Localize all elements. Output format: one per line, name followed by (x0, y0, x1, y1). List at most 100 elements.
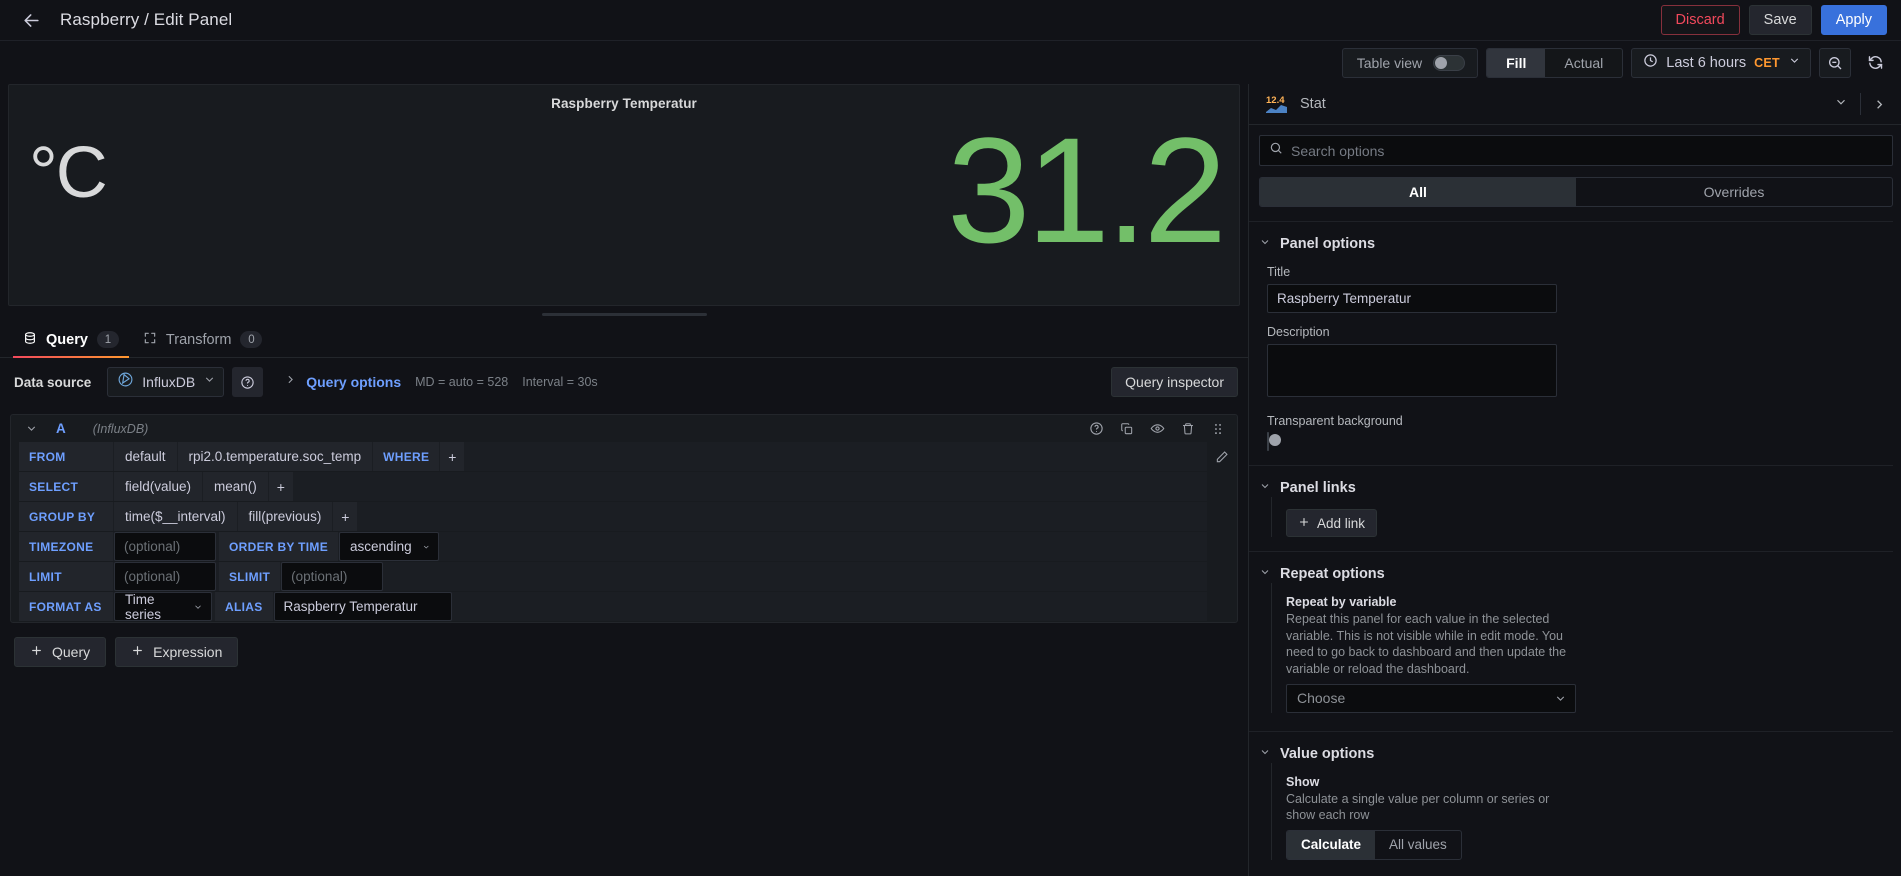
collapse-query-icon[interactable] (25, 422, 38, 435)
select-aggregation[interactable]: mean() (203, 472, 268, 501)
format-as-select[interactable]: Time series (114, 592, 212, 622)
panel-title-input[interactable] (1267, 284, 1557, 313)
tab-all[interactable]: All (1260, 178, 1576, 206)
alias-input[interactable] (273, 592, 452, 621)
options-pane: 12.4 Stat Search options All Overrides P… (1248, 84, 1901, 876)
group-panel-links-header[interactable]: Panel links (1249, 465, 1893, 497)
select-row-filler (293, 472, 1207, 501)
actual-option[interactable]: Actual (1545, 49, 1622, 77)
apply-button[interactable]: Apply (1820, 5, 1887, 35)
show-all-values-option[interactable]: All values (1375, 831, 1461, 859)
repeat-by-variable-description: Repeat this panel for each value in the … (1286, 612, 1567, 676)
query-row-timezone-content: TIMEZONE ORDER BY TIME ascending (19, 532, 1207, 561)
query-editor-header: A (InfluxDB) (11, 415, 1237, 442)
table-view-switch[interactable] (1433, 54, 1466, 71)
group-by-time[interactable]: time($__interval) (114, 502, 237, 531)
visualization-header: 12.4 Stat (1249, 84, 1901, 125)
breadcrumb[interactable]: Raspberry / Edit Panel (60, 10, 232, 30)
query-drag-handle-icon[interactable] (1211, 422, 1225, 436)
fill-option[interactable]: Fill (1487, 48, 1546, 77)
grafana-edit-panel-app: Raspberry / Edit Panel Discard Save Appl… (0, 0, 1901, 876)
refresh-button[interactable] (1859, 48, 1891, 78)
group-panel-options-body: Title Description Transparent background (1249, 253, 1893, 451)
query-datasource-note: (InfluxDB) (92, 421, 149, 436)
query-remove-trash-icon[interactable] (1181, 422, 1195, 436)
add-query-button[interactable]: Query (14, 637, 107, 667)
panel-preview[interactable]: Raspberry Temperatur °C 31.2 (8, 84, 1240, 306)
timezone-input[interactable] (114, 532, 216, 561)
field-show: Show Calculate a single value per column… (1286, 763, 1893, 860)
divider (1860, 93, 1861, 115)
from-measurement[interactable]: rpi2.0.temperature.soc_temp (177, 442, 373, 471)
select-row-spacer (1207, 472, 1237, 501)
chevron-down-icon (1259, 479, 1271, 497)
group-panel-options-header[interactable]: Panel options (1249, 221, 1893, 253)
repeat-variable-select[interactable]: Choose (1286, 683, 1576, 713)
database-icon (23, 331, 37, 349)
discard-button[interactable]: Discard (1660, 5, 1740, 35)
group-by-fill[interactable]: fill(previous) (237, 502, 333, 531)
query-inspector-button[interactable]: Query inspector (1111, 367, 1238, 397)
alias-key: ALIAS (215, 592, 273, 621)
query-options-toggle[interactable]: Query options (284, 373, 401, 391)
chevron-down-icon (1259, 235, 1271, 253)
format-as-key: FORMAT AS (19, 592, 113, 621)
visualization-picker[interactable]: 12.4 Stat (1259, 89, 1856, 119)
time-range-picker[interactable]: Last 6 hours CET (1631, 47, 1811, 78)
show-label: Show (1286, 774, 1320, 789)
datasource-row: Data source InfluxDB Query options MD = … (10, 358, 1238, 406)
limit-key: LIMIT (19, 562, 113, 591)
show-calculate-option[interactable]: Calculate (1287, 830, 1376, 859)
panel-description-textarea[interactable] (1267, 344, 1557, 397)
tab-query[interactable]: Query 1 (13, 322, 129, 358)
plus-icon (131, 644, 144, 660)
field-title: Title (1267, 253, 1893, 313)
table-view-toggle[interactable]: Table view (1341, 47, 1479, 78)
add-buttons-row: Query Expression (10, 623, 1238, 667)
tab-overrides[interactable]: Overrides (1576, 178, 1892, 206)
switch-knob (1269, 434, 1281, 446)
query-ref-id[interactable]: A (56, 421, 66, 436)
query-editor-card: A (InfluxDB) FROM default rpi2.0.tempera… (10, 414, 1238, 623)
query-duplicate-icon[interactable] (1120, 422, 1134, 436)
toggle-text-edit-pencil-icon[interactable] (1207, 442, 1237, 471)
repeat-by-variable-label: Repeat by variable (1286, 595, 1397, 609)
limit-input[interactable] (114, 562, 216, 591)
from-row-filler (465, 442, 1207, 471)
back-arrow-icon[interactable] (18, 7, 44, 33)
group-value-options-header[interactable]: Value options (1249, 730, 1893, 763)
tab-transform[interactable]: Transform 0 (133, 322, 273, 357)
options-scroll-area[interactable]: Panel options Title Description Transpar… (1249, 207, 1901, 876)
datasource-help-button[interactable] (232, 367, 264, 397)
limit-row-spacer (1207, 562, 1237, 591)
query-hide-eye-icon[interactable] (1150, 421, 1165, 436)
add-expression-button[interactable]: Expression (115, 637, 239, 667)
group-by-add-button[interactable]: + (333, 502, 358, 531)
datasource-picker[interactable]: InfluxDB (107, 367, 225, 397)
panel-resize-handle[interactable] (541, 312, 707, 316)
query-row-from-content: FROM default rpi2.0.temperature.soc_temp… (19, 442, 1207, 471)
group-repeat-options-header[interactable]: Repeat options (1249, 551, 1893, 583)
stat-value: 31.2 (947, 106, 1227, 274)
query-help-icon[interactable] (1089, 421, 1104, 436)
top-bar: Raspberry / Edit Panel Discard Save Appl… (0, 0, 1901, 41)
query-row-group-by: GROUP BY time($__interval) fill(previous… (11, 502, 1237, 531)
slimit-input[interactable] (281, 562, 384, 591)
add-link-button[interactable]: Add link (1286, 509, 1378, 537)
from-policy[interactable]: default (114, 442, 177, 471)
select-field[interactable]: field(value) (114, 472, 203, 501)
save-button[interactable]: Save (1748, 5, 1812, 35)
query-row-select: SELECT field(value) mean() + (11, 472, 1237, 501)
options-search[interactable] (1259, 135, 1893, 166)
open-viz-suggestions-button[interactable] (1865, 89, 1893, 119)
order-by-time-select[interactable]: ascending (339, 532, 440, 561)
chevron-down-icon (1259, 565, 1271, 583)
transparent-background-switch[interactable] (1267, 432, 1281, 451)
where-add-button[interactable]: + (440, 442, 465, 471)
datasource-name: InfluxDB (142, 374, 196, 390)
panel-preview-wrapper: Raspberry Temperatur °C 31.2 (0, 84, 1248, 306)
select-add-button[interactable]: + (268, 472, 293, 501)
search-options-input[interactable] (1291, 142, 1883, 159)
timezone-row-spacer (1207, 532, 1237, 561)
zoom-out-button[interactable] (1819, 47, 1851, 78)
